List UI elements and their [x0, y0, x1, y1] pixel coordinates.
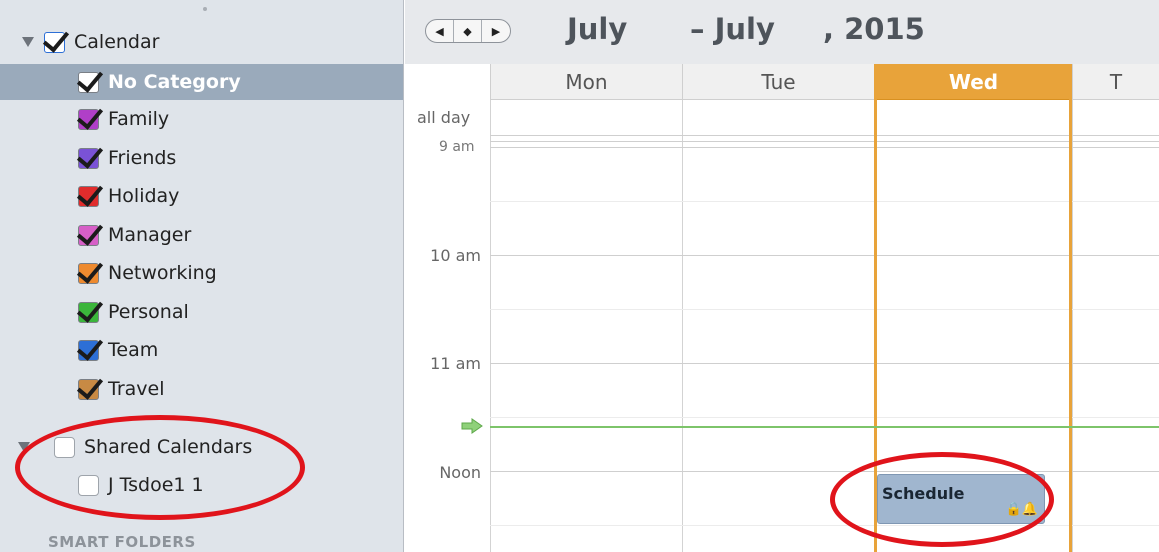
category-travel[interactable]: Travel	[78, 371, 164, 407]
hour-label: Noon	[439, 463, 481, 482]
category-checkbox[interactable]	[78, 262, 99, 284]
date-navigation: ◀ ◆ ▶	[425, 19, 511, 43]
all-day-label: all day	[417, 108, 471, 127]
next-arrow-icon[interactable]: ▶	[482, 20, 510, 42]
disclosure-triangle-icon[interactable]	[18, 442, 30, 452]
category-manager[interactable]: Manager	[78, 217, 191, 253]
calendar-toolbar: ◀ ◆ ▶ July – July , 2015	[405, 0, 1159, 64]
category-label: Networking	[108, 262, 217, 284]
category-label: Team	[108, 339, 159, 361]
grid-column-line	[490, 100, 491, 552]
category-no-category[interactable]: No Category	[0, 64, 403, 100]
disclosure-triangle-icon[interactable]	[22, 37, 34, 47]
category-checkbox[interactable]	[78, 339, 99, 361]
day-header-thu[interactable]: T	[1072, 64, 1159, 100]
grid-column-line	[682, 100, 683, 552]
calendar-group-label: Calendar	[74, 31, 160, 53]
current-time-line	[490, 426, 1159, 428]
category-label: No Category	[108, 71, 241, 93]
title-start-month: July	[567, 12, 628, 46]
current-time-arrow-icon	[461, 418, 483, 434]
sidebar-resize-grip[interactable]	[203, 7, 207, 11]
shared-calendar-label: J Tsdoe1 1	[108, 474, 204, 496]
category-label: Friends	[108, 147, 177, 169]
category-label: Holiday	[108, 185, 180, 207]
lock-bell-icon: 🔒🔔	[1005, 502, 1038, 517]
calendar-view: ◀ ◆ ▶ July – July , 2015 Mon Tue Wed T a…	[405, 0, 1159, 552]
hour-label: 10 am	[430, 246, 481, 265]
title-end-month: – July	[690, 12, 775, 46]
today-diamond-icon[interactable]: ◆	[454, 20, 482, 42]
category-label: Family	[108, 108, 170, 130]
previous-arrow-icon[interactable]: ◀	[426, 20, 454, 42]
hour-label: 11 am	[430, 354, 481, 373]
category-networking[interactable]: Networking	[78, 255, 217, 291]
category-checkbox[interactable]	[78, 185, 99, 207]
category-checkbox[interactable]	[78, 301, 99, 323]
shared-calendar-checkbox[interactable]	[78, 474, 99, 496]
category-label: Manager	[108, 224, 192, 246]
category-checkbox[interactable]	[78, 71, 99, 93]
shared-calendars-checkbox[interactable]	[54, 436, 75, 458]
category-family[interactable]: Family	[78, 101, 169, 137]
day-header-tue[interactable]: Tue	[682, 64, 874, 100]
shared-calendars-row[interactable]: Shared Calendars	[18, 429, 252, 465]
shared-calendar-item[interactable]: J Tsdoe1 1	[78, 467, 204, 503]
sidebar: Calendar No Category Family Friends Holi…	[0, 0, 404, 552]
event-schedule[interactable]: Schedule 🔒🔔	[877, 474, 1045, 524]
category-checkbox[interactable]	[78, 147, 99, 169]
category-label: Personal	[108, 301, 189, 323]
category-team[interactable]: Team	[78, 332, 158, 368]
category-friends[interactable]: Friends	[78, 140, 176, 176]
category-personal[interactable]: Personal	[78, 294, 189, 330]
calendar-group-row[interactable]: Calendar	[22, 24, 159, 60]
category-checkbox[interactable]	[78, 108, 99, 130]
smart-folders-header: SMART FOLDERS	[48, 533, 196, 551]
grid-column-line	[1072, 100, 1073, 552]
event-title: Schedule	[882, 484, 965, 503]
shared-calendars-label: Shared Calendars	[84, 436, 253, 458]
calendar-group-checkbox[interactable]	[44, 31, 65, 53]
category-checkbox[interactable]	[78, 378, 99, 400]
category-holiday[interactable]: Holiday	[78, 178, 179, 214]
day-header-mon[interactable]: Mon	[490, 64, 682, 100]
title-year: , 2015	[823, 12, 925, 46]
category-checkbox[interactable]	[78, 224, 99, 246]
category-label: Travel	[108, 378, 165, 400]
week-grid[interactable]	[490, 64, 1159, 552]
hour-label-cutoff: 9 am	[439, 139, 475, 155]
